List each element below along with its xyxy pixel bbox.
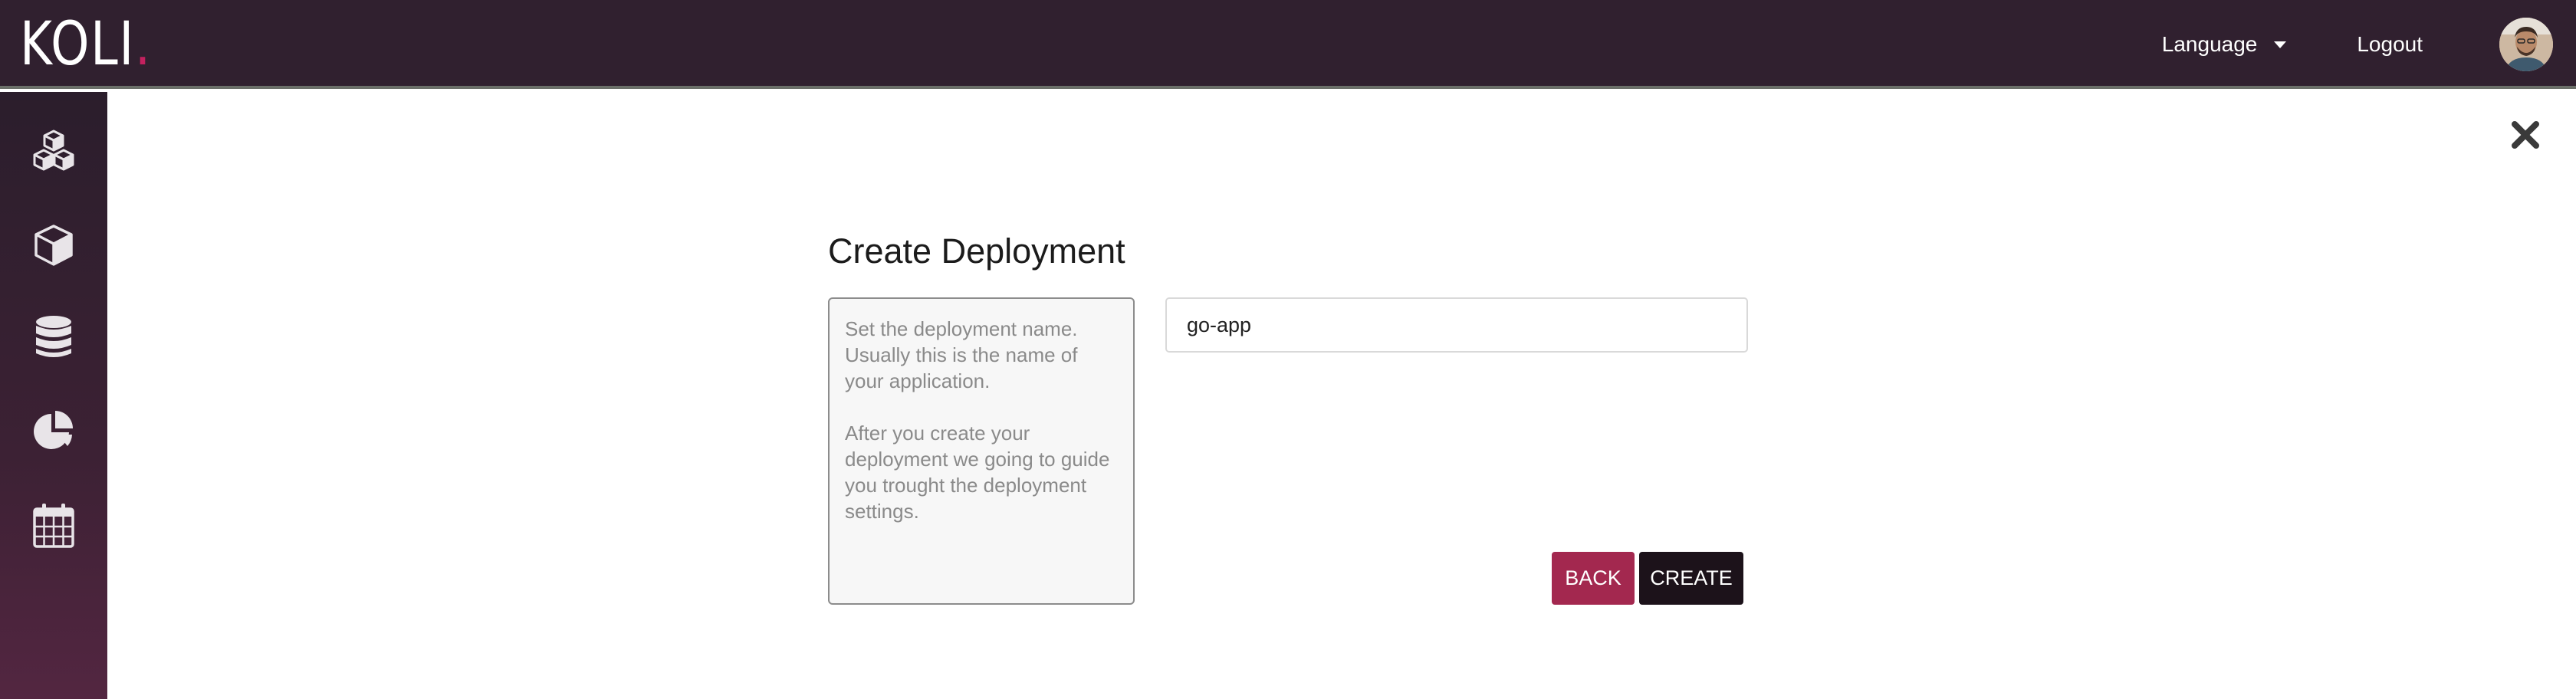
help-paragraph: After you create your deployment we goin… (845, 422, 1110, 523)
cubes-icon (33, 130, 74, 171)
calendar-icon (33, 504, 74, 548)
language-dropdown[interactable]: Language (2162, 32, 2287, 57)
close-icon (2512, 121, 2539, 149)
top-navbar: KOLI. Language Logout (0, 0, 2576, 89)
sidebar-item-database[interactable] (0, 299, 107, 376)
caret-down-icon (2274, 41, 2287, 48)
logo-text: KOLI (20, 10, 135, 79)
sidebar-item-calendar[interactable] (0, 487, 107, 563)
sidebar-item-cubes[interactable] (0, 113, 107, 190)
help-text-box: Set the deployment name. Usually this is… (828, 297, 1135, 605)
back-button[interactable]: BACK (1552, 552, 1635, 605)
database-icon (36, 316, 71, 357)
sidebar (0, 92, 107, 699)
logout-link[interactable]: Logout (2357, 32, 2423, 57)
create-button[interactable]: CREATE (1639, 552, 1743, 605)
sidebar-item-stats[interactable] (0, 392, 107, 469)
navbar-right: Language Logout (2162, 0, 2576, 89)
pie-chart-icon (34, 411, 73, 449)
logo-dot: . (134, 10, 152, 79)
deployment-name-input[interactable] (1165, 297, 1748, 353)
cube-icon (34, 225, 73, 266)
koli-logo[interactable]: KOLI. (20, 14, 152, 75)
user-avatar[interactable] (2499, 18, 2553, 71)
help-paragraph: Set the deployment name. Usually this is… (845, 317, 1078, 392)
language-label: Language (2161, 32, 2258, 56)
close-button[interactable] (2507, 116, 2544, 153)
user-avatar-image (2499, 18, 2553, 71)
page-title: Create Deployment (828, 231, 1125, 271)
sidebar-item-cube[interactable] (0, 207, 107, 284)
